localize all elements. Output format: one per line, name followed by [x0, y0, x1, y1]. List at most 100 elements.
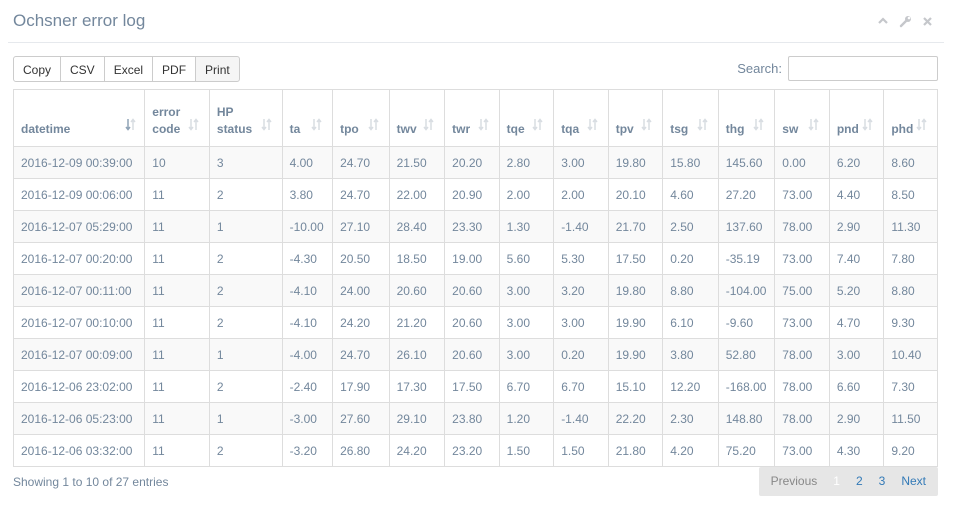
page-2-button[interactable]: 2 — [848, 467, 871, 496]
close-icon[interactable] — [920, 14, 934, 28]
column-header-tqe[interactable]: tqe — [498, 89, 555, 147]
cell-tsg: 4.20 — [662, 434, 719, 467]
page-3-button[interactable]: 3 — [871, 467, 894, 496]
sort-both-icon — [478, 118, 491, 136]
cell-ta: -4.30 — [281, 242, 334, 275]
cell-tpv: 15.10 — [607, 370, 664, 403]
cell-pnd: 6.60 — [828, 370, 885, 403]
cell-tqe: 2.80 — [498, 146, 555, 179]
table-row: 2016-12-06 23:02:00 11 2 -2.40 17.90 17.30 17.… — [12, 370, 938, 403]
wrench-icon[interactable] — [898, 14, 912, 28]
cell-tqe: 1.20 — [498, 402, 555, 435]
cell-tpv: 17.50 — [607, 242, 664, 275]
sort-both-icon — [753, 118, 766, 136]
cell-twv: 18.50 — [388, 242, 446, 275]
excel-button[interactable]: Excel — [103, 56, 154, 82]
column-header-tpo[interactable]: tpo — [332, 89, 390, 147]
cell-twv: 21.20 — [388, 306, 446, 339]
cell-tsg: 4.60 — [662, 178, 719, 211]
cell-tpo: 24.70 — [332, 178, 390, 211]
sort-both-icon — [368, 118, 381, 136]
cell-datetime: 2016-12-07 00:10:00 — [12, 306, 146, 339]
next-button[interactable]: Next — [893, 467, 934, 496]
cell-phd: 9.30 — [883, 306, 938, 339]
column-header-datetime[interactable]: datetime — [12, 89, 146, 147]
column-header-phd[interactable]: phd — [883, 89, 938, 147]
cell-thg: 75.20 — [717, 434, 776, 467]
cell-twr: 20.90 — [444, 178, 500, 211]
cell-pnd: 7.40 — [828, 242, 885, 275]
page-1-button[interactable]: 1 — [825, 467, 848, 496]
sort-both-icon — [532, 118, 545, 136]
sort-both-icon — [697, 118, 710, 136]
cell-thg: 137.60 — [717, 210, 776, 243]
cell-phd: 7.80 — [883, 242, 938, 275]
column-header-label: datetime — [21, 122, 71, 136]
cell-tqa: 3.20 — [553, 274, 609, 307]
cell-pnd: 6.20 — [828, 146, 885, 179]
cell-status: 1 — [208, 338, 283, 371]
cell-thg: -9.60 — [717, 306, 776, 339]
sort-both-icon — [261, 118, 274, 136]
cell-tqa: 6.70 — [553, 370, 609, 403]
cell-status: 2 — [208, 370, 283, 403]
sort-both-icon — [916, 118, 929, 136]
cell-tqe: 6.70 — [498, 370, 555, 403]
header-row: datetime error code HP status ta tpo twv twr tqe t… — [12, 89, 938, 147]
cell-ta: 3.80 — [281, 178, 334, 211]
cell-code: 11 — [144, 210, 210, 243]
cell-twv: 22.00 — [388, 178, 446, 211]
cell-tqe: 3.00 — [498, 306, 555, 339]
column-header-code[interactable]: error code — [144, 89, 210, 147]
cell-tqa: 0.20 — [553, 338, 609, 371]
sort-both-icon — [641, 118, 654, 136]
cell-twr: 17.50 — [444, 370, 500, 403]
cell-status: 2 — [208, 306, 283, 339]
copy-button[interactable]: Copy — [13, 56, 62, 82]
error-log-table: datetime error code HP status ta tpo twv twr tqe t… — [12, 89, 938, 467]
cell-sw: 78.00 — [774, 402, 830, 435]
cell-status: 2 — [208, 242, 283, 275]
column-header-ta[interactable]: ta — [281, 89, 334, 147]
cell-tpo: 24.70 — [332, 338, 390, 371]
table-body: 2016-12-09 00:39:00 10 3 4.00 24.70 21.50 20.2… — [12, 146, 938, 467]
column-header-tpv[interactable]: tpv — [607, 89, 664, 147]
column-header-twv[interactable]: twv — [388, 89, 446, 147]
search-box: Search: — [737, 56, 938, 81]
sort-both-icon — [423, 118, 436, 136]
search-input[interactable] — [788, 56, 938, 81]
sort-both-icon — [862, 118, 875, 136]
cell-tpv: 22.20 — [607, 402, 664, 435]
column-header-sw[interactable]: sw — [774, 89, 830, 147]
sort-both-icon — [188, 118, 201, 136]
sort-desc-icon — [125, 118, 138, 136]
chevron-up-icon[interactable] — [876, 14, 890, 28]
cell-datetime: 2016-12-07 00:09:00 — [12, 338, 146, 371]
cell-tsg: 6.10 — [662, 306, 719, 339]
cell-twv: 29.10 — [388, 402, 446, 435]
column-header-twr[interactable]: twr — [444, 89, 500, 147]
cell-tqa: -1.40 — [553, 402, 609, 435]
cell-sw: 73.00 — [774, 178, 830, 211]
column-header-thg[interactable]: thg — [717, 89, 776, 147]
csv-button[interactable]: CSV — [60, 56, 105, 82]
cell-code: 11 — [144, 274, 210, 307]
column-header-tsg[interactable]: tsg — [662, 89, 719, 147]
cell-status: 3 — [208, 146, 283, 179]
panel-title: Ochsner error log — [13, 11, 146, 30]
table-info: Showing 1 to 10 of 27 entries — [13, 475, 169, 489]
cell-twr: 20.20 — [444, 146, 500, 179]
cell-tqa: -1.40 — [553, 210, 609, 243]
column-header-tqa[interactable]: tqa — [553, 89, 609, 147]
previous-button[interactable]: Previous — [763, 467, 826, 496]
column-header-status[interactable]: HP status — [208, 89, 283, 147]
column-header-pnd[interactable]: pnd — [828, 89, 885, 147]
cell-tpo: 24.20 — [332, 306, 390, 339]
cell-sw: 0.00 — [774, 146, 830, 179]
pdf-button[interactable]: PDF — [152, 56, 197, 82]
cell-tqe: 3.00 — [498, 274, 555, 307]
cell-sw: 78.00 — [774, 338, 830, 371]
cell-thg: 148.80 — [717, 402, 776, 435]
cell-ta: 4.00 — [281, 146, 334, 179]
print-button[interactable]: Print — [195, 56, 240, 82]
